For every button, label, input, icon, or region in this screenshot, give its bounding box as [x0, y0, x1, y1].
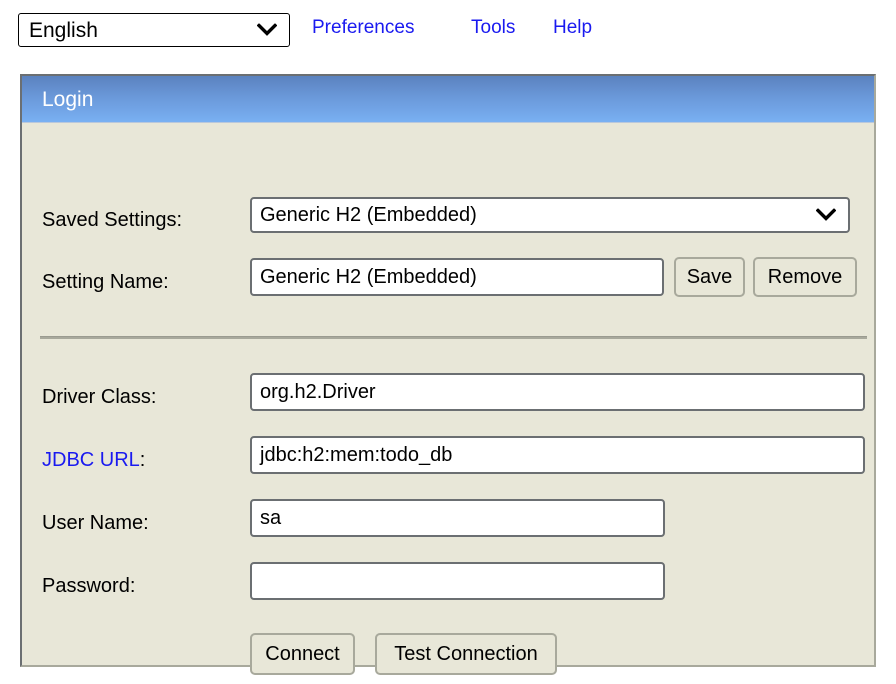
toolbar-link-preferences[interactable]: Preferences	[312, 18, 414, 37]
login-form: Saved Settings: Generic H2 (Embedded) Se…	[22, 123, 874, 675]
saved-settings-value: Generic H2 (Embedded)	[260, 204, 477, 226]
user-name-value: sa	[260, 507, 282, 529]
jdbc-url-label-text: JDBC URL	[42, 449, 140, 471]
jdbc-url-label[interactable]: JDBC URL:	[42, 450, 145, 470]
chevron-down-icon	[815, 208, 837, 222]
login-panel: Login Saved Settings: Generic H2 (Embedd…	[20, 74, 876, 675]
section-divider	[40, 336, 867, 339]
setting-name-input[interactable]: Generic H2 (Embedded)	[250, 258, 664, 296]
driver-class-value: org.h2.Driver	[260, 381, 376, 403]
password-label: Password:	[42, 575, 136, 597]
language-select[interactable]: English	[18, 13, 290, 47]
user-name-label: User Name:	[42, 512, 149, 534]
setting-name-label: Setting Name:	[42, 271, 169, 293]
user-name-input[interactable]: sa	[250, 499, 665, 537]
remove-button[interactable]: Remove	[753, 257, 857, 297]
driver-class-input[interactable]: org.h2.Driver	[250, 373, 865, 411]
setting-name-value: Generic H2 (Embedded)	[260, 266, 477, 288]
save-button[interactable]: Save	[674, 257, 745, 297]
password-input[interactable]	[250, 562, 665, 600]
top-toolbar: English Preferences Tools Help	[0, 0, 896, 60]
panel-title: Login	[42, 87, 94, 111]
connect-button[interactable]: Connect	[250, 633, 355, 675]
jdbc-url-label-colon: :	[139, 449, 146, 471]
test-connection-button[interactable]: Test Connection	[375, 633, 557, 675]
saved-settings-label: Saved Settings:	[42, 209, 183, 231]
toolbar-link-help[interactable]: Help	[553, 18, 592, 37]
language-select-value: English	[29, 18, 98, 42]
panel-header: Login	[22, 76, 874, 123]
toolbar-link-tools[interactable]: Tools	[471, 18, 515, 37]
jdbc-url-value: jdbc:h2:mem:todo_db	[260, 444, 453, 466]
saved-settings-select[interactable]: Generic H2 (Embedded)	[250, 197, 850, 233]
driver-class-label: Driver Class:	[42, 386, 157, 408]
jdbc-url-input[interactable]: jdbc:h2:mem:todo_db	[250, 436, 865, 474]
chevron-down-icon	[256, 23, 278, 37]
